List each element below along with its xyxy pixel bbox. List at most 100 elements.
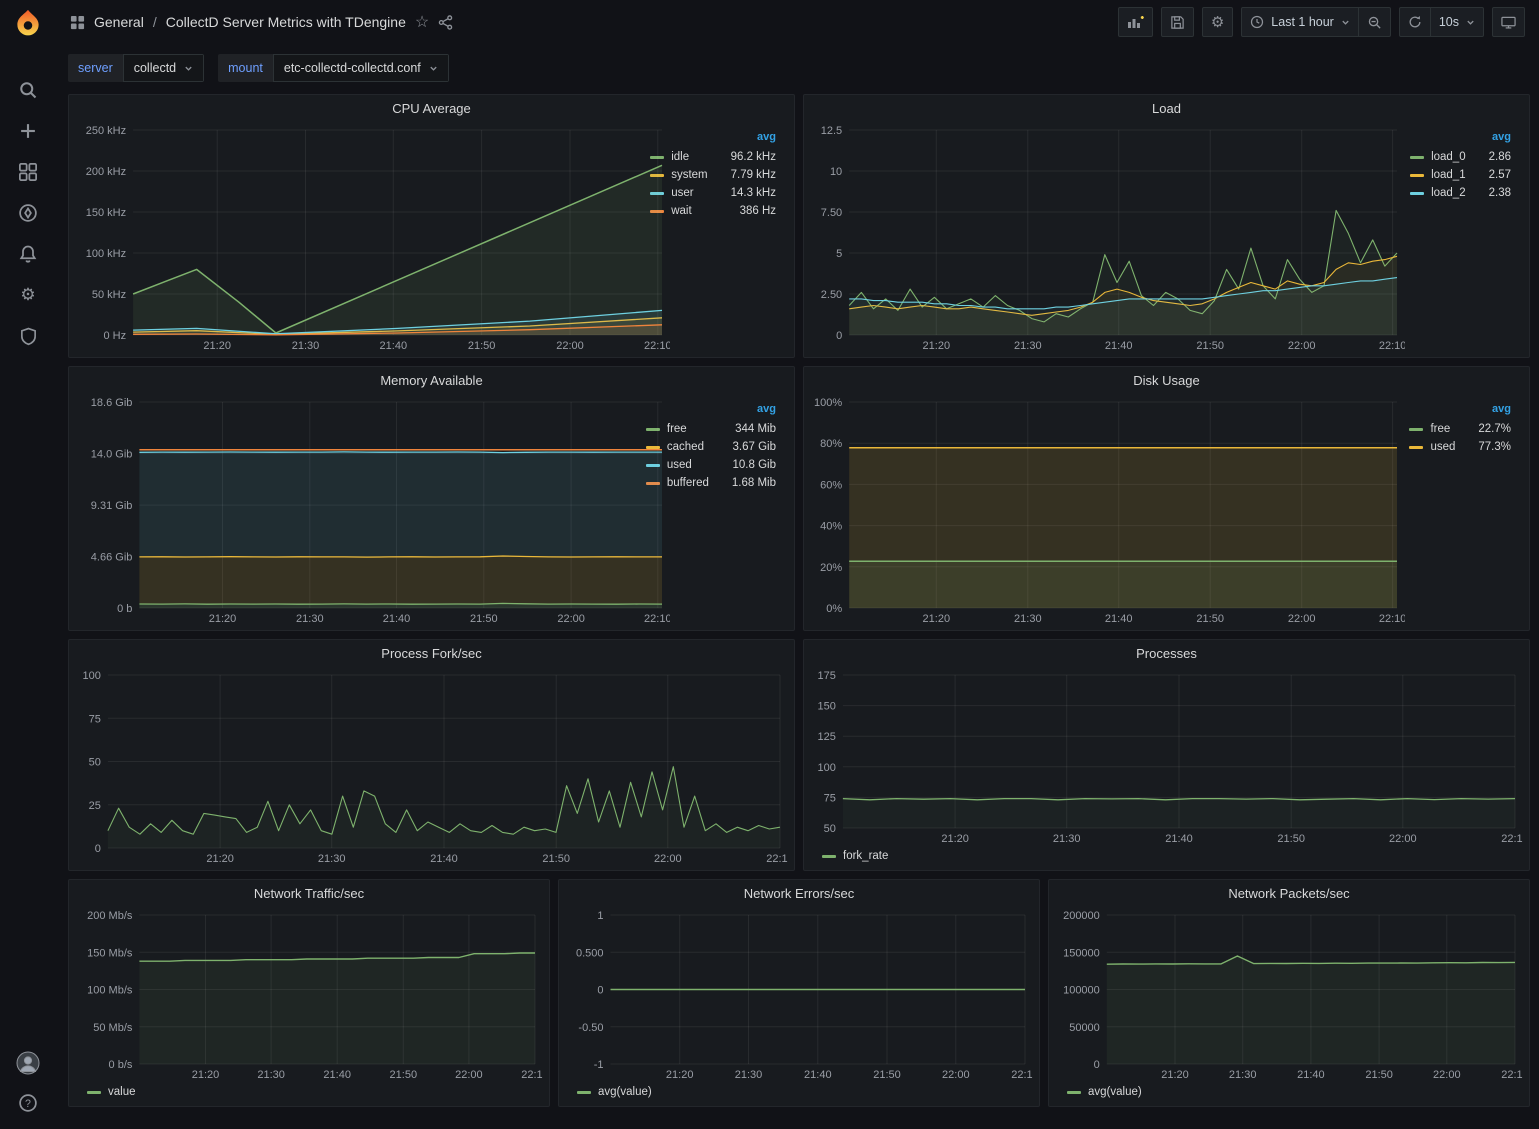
legend-item-load_1[interactable]: load_12.57 — [1408, 166, 1513, 184]
legend-series-name: load_2 — [1431, 187, 1466, 199]
panel-title-process-fork[interactable]: Process Fork/sec — [69, 640, 794, 666]
disk-usage-legend: avgfree22.7%used77.3% — [1399, 393, 1523, 626]
svg-text:21:20: 21:20 — [666, 1069, 694, 1081]
dashboards-icon[interactable] — [16, 160, 40, 184]
load-legend: avgload_02.86load_12.57load_22.38 — [1400, 121, 1523, 353]
svg-text:22:00: 22:00 — [1433, 1069, 1461, 1081]
panel-title-memory-available[interactable]: Memory Available — [69, 367, 794, 393]
processes-chart: 507510012515017521:2021:3021:4021:5022:0… — [810, 666, 1523, 846]
panel-title-network-packets[interactable]: Network Packets/sec — [1049, 880, 1529, 906]
network-traffic-chart: 0 b/s50 Mb/s100 Mb/s150 Mb/s200 Mb/s21:2… — [75, 906, 543, 1082]
svg-text:0.500: 0.500 — [576, 947, 604, 959]
explore-compass-icon[interactable] — [16, 201, 40, 225]
chevron-down-icon — [184, 64, 193, 73]
configuration-gear-icon[interactable]: ⚙ — [16, 283, 40, 307]
svg-text:0: 0 — [597, 985, 603, 997]
legend-stat-header: avg — [1408, 129, 1513, 148]
svg-text:12.5: 12.5 — [821, 125, 842, 137]
star-icon[interactable]: ☆ — [415, 12, 429, 32]
grafana-logo-icon — [13, 8, 43, 38]
panel-title-network-traffic[interactable]: Network Traffic/sec — [69, 880, 549, 906]
svg-text:60%: 60% — [820, 479, 842, 491]
svg-text:22:10: 22:10 — [1011, 1069, 1033, 1081]
svg-text:100 kHz: 100 kHz — [86, 248, 126, 260]
user-avatar[interactable] — [16, 1051, 40, 1075]
legend-series-value: 1.68 Mib — [716, 477, 776, 489]
svg-text:21:30: 21:30 — [296, 613, 324, 625]
legend-series-name: system — [671, 169, 707, 181]
disk-usage-chart: 0%20%40%60%80%100%21:2021:3021:4021:5022… — [810, 393, 1399, 626]
network-errors-chart: -1-0.5000.500121:2021:3021:4021:5022:002… — [565, 906, 1033, 1082]
chevron-down-icon — [1341, 18, 1350, 27]
sidebar-nav: ⚙ — [16, 78, 40, 348]
legend-item-load_2[interactable]: load_22.38 — [1408, 184, 1513, 202]
grafana-logo[interactable] — [13, 8, 43, 38]
sidebar: ⚙ ? — [0, 0, 56, 1129]
panel-memory-available: Memory Available 0 b4.66 Gib9.31 Gib14.0… — [68, 366, 795, 631]
variable-mount: mount etc-collectd-collectd.conf — [218, 54, 449, 82]
panel-title-cpu-average[interactable]: CPU Average — [69, 95, 794, 121]
save-dashboard-button[interactable] — [1162, 8, 1193, 36]
add-panel-button[interactable] — [1119, 8, 1152, 36]
panel-title-processes[interactable]: Processes — [804, 640, 1529, 666]
panel-load: Load 02.5057.501012.521:2021:3021:4021:5… — [803, 94, 1530, 358]
svg-text:21:30: 21:30 — [1229, 1069, 1257, 1081]
refresh-interval-picker[interactable]: 10s — [1430, 8, 1483, 36]
svg-text:150000: 150000 — [1063, 947, 1100, 959]
svg-text:22:00: 22:00 — [556, 340, 584, 352]
alerting-bell-icon[interactable] — [16, 242, 40, 266]
monitor-icon — [1501, 15, 1516, 30]
series-color-swatch — [822, 855, 836, 858]
svg-text:75: 75 — [89, 713, 101, 725]
create-plus-icon[interactable] — [16, 119, 40, 143]
panel-title-disk-usage[interactable]: Disk Usage — [804, 367, 1529, 393]
legend-item-value[interactable]: value — [87, 1086, 136, 1098]
panel-processes: Processes 507510012515017521:2021:3021:4… — [803, 639, 1530, 871]
series-color-swatch — [1410, 174, 1424, 177]
panel-network-packets: Network Packets/sec 05000010000015000020… — [1048, 879, 1530, 1107]
share-icon[interactable] — [438, 15, 453, 30]
legend-item-used[interactable]: used77.3% — [1407, 438, 1513, 456]
time-range-picker[interactable]: Last 1 hour — [1242, 8, 1358, 36]
breadcrumb-folder[interactable]: General — [94, 14, 144, 30]
legend-item-free[interactable]: free22.7% — [1407, 420, 1513, 438]
legend-item-load_0[interactable]: load_02.86 — [1408, 148, 1513, 166]
series-color-swatch — [1409, 446, 1423, 449]
memory-available-chart: 0 b4.66 Gib9.31 Gib14.0 Gib18.6 Gib21:20… — [75, 393, 636, 626]
dashboard-title: CollectD Server Metrics with TDengine — [166, 14, 406, 30]
svg-text:21:30: 21:30 — [1053, 833, 1081, 845]
legend-series-name: wait — [671, 205, 691, 217]
panel-network-errors: Network Errors/sec -1-0.5000.500121:2021… — [558, 879, 1040, 1107]
server-admin-shield-icon[interactable] — [16, 324, 40, 348]
svg-text:22:10: 22:10 — [644, 613, 670, 625]
svg-text:21:50: 21:50 — [1277, 833, 1305, 845]
svg-text:150: 150 — [818, 701, 836, 713]
dashboard-grid-icon[interactable] — [70, 15, 85, 30]
dashboard-settings-button[interactable]: ⚙ — [1203, 8, 1232, 36]
chevron-down-icon — [1466, 18, 1475, 27]
svg-text:200000: 200000 — [1063, 910, 1100, 922]
series-color-swatch — [1067, 1091, 1081, 1094]
legend-series-name: user — [671, 187, 693, 199]
svg-text:18.6 Gib: 18.6 Gib — [91, 397, 133, 409]
refresh-button[interactable] — [1400, 8, 1430, 36]
variable-server-value[interactable]: collectd — [123, 54, 204, 82]
panel-title-network-errors[interactable]: Network Errors/sec — [559, 880, 1039, 906]
svg-text:0: 0 — [836, 330, 842, 342]
svg-text:21:20: 21:20 — [209, 613, 237, 625]
svg-text:21:30: 21:30 — [292, 340, 320, 352]
kiosk-tv-button[interactable] — [1493, 8, 1524, 36]
search-icon[interactable] — [16, 78, 40, 102]
legend-item-fork_rate[interactable]: fork_rate — [822, 850, 888, 862]
legend-series-value: 77.3% — [1462, 441, 1511, 453]
help-icon[interactable]: ? — [16, 1091, 40, 1115]
legend-item-avg(value)[interactable]: avg(value) — [577, 1086, 652, 1098]
svg-text:21:30: 21:30 — [735, 1069, 763, 1081]
variable-mount-value[interactable]: etc-collectd-collectd.conf — [273, 54, 449, 82]
panel-title-load[interactable]: Load — [804, 95, 1529, 121]
panel-network-traffic: Network Traffic/sec 0 b/s50 Mb/s100 Mb/s… — [68, 879, 550, 1107]
zoom-out-button[interactable] — [1358, 8, 1390, 36]
svg-text:5: 5 — [836, 248, 842, 260]
legend-item-avg(value)[interactable]: avg(value) — [1067, 1086, 1142, 1098]
svg-text:21:20: 21:20 — [941, 833, 969, 845]
